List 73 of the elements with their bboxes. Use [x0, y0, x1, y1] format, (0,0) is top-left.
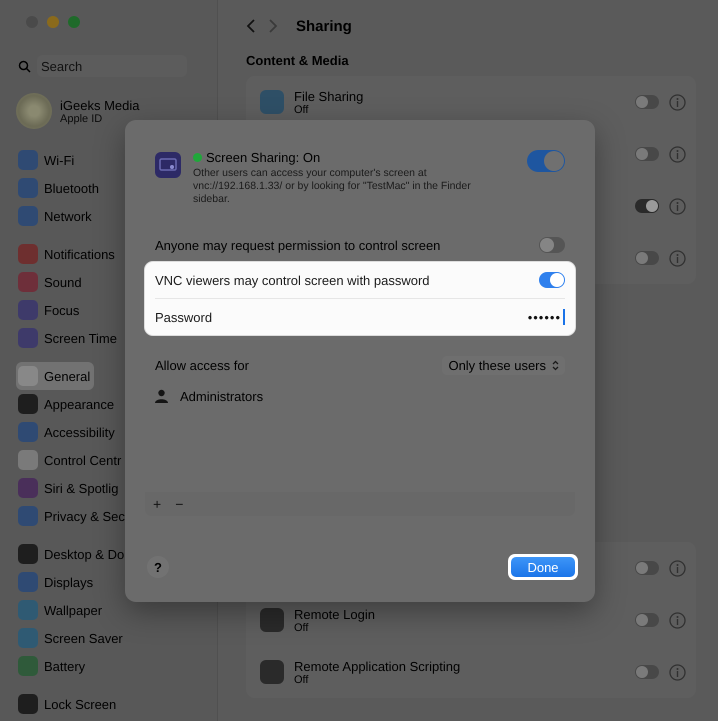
dialog-title: Screen Sharing: On [206, 150, 320, 165]
toggle-switch[interactable] [635, 665, 659, 679]
info-icon[interactable] [669, 198, 686, 214]
sidebar-item[interactable]: Accessibility [16, 418, 119, 446]
toggle-switch[interactable] [635, 251, 659, 265]
status-dot [193, 153, 202, 162]
sidebar-item[interactable]: Wallpaper [16, 596, 106, 624]
add-button[interactable]: + [151, 496, 164, 512]
sharing-icon [260, 660, 284, 684]
window-title: Sharing [296, 18, 352, 34]
sidebar-item[interactable]: Lock Screen [16, 690, 120, 718]
sidebar-item[interactable]: Desktop & Do [16, 540, 128, 568]
toggle-switch[interactable] [635, 199, 659, 213]
service-status: Off [294, 674, 310, 686]
info-icon[interactable] [669, 94, 686, 110]
search-field[interactable]: Search [37, 55, 187, 77]
service-name: File Sharing [294, 88, 364, 104]
profile-name: iGeeks Media [60, 98, 140, 112]
sidebar-item[interactable]: Screen Saver [16, 624, 127, 652]
avatar[interactable] [16, 93, 52, 129]
section-title: Content & Media [246, 53, 350, 68]
screen-sharing-icon [155, 152, 181, 178]
field-label: Password [155, 310, 212, 324]
info-icon[interactable] [669, 664, 686, 680]
chevron-icon [552, 360, 559, 370]
toggle-switch[interactable] [635, 95, 659, 109]
minimize-button[interactable] [47, 16, 59, 28]
sidebar-item[interactable]: Wi-Fi [16, 146, 78, 174]
toggle-switch[interactable] [635, 561, 659, 575]
info-icon[interactable] [669, 250, 686, 266]
info-icon[interactable] [669, 560, 686, 576]
access-popup[interactable]: Only these users [442, 356, 565, 374]
sharing-icon [260, 608, 284, 632]
help-button[interactable]: ? [147, 556, 169, 578]
sidebar-item[interactable]: Screen Time [16, 324, 121, 352]
option-label: Allow access for [155, 358, 249, 372]
sidebar-item[interactable]: Sound [16, 268, 86, 296]
sidebar-item[interactable]: Battery [16, 652, 90, 680]
description: Other users can access your computer's screen at vnc://192.168.1.33/ or by looking for "TestMac" in the Finder sidebar. [193, 167, 472, 206]
search-icon [18, 60, 31, 72]
sidebar-item[interactable]: Control Centr [16, 446, 126, 474]
sidebar-item[interactable]: Notifications [16, 240, 119, 268]
toggle-switch[interactable] [635, 613, 659, 627]
info-icon[interactable] [669, 146, 686, 162]
sidebar-item[interactable]: Focus [16, 296, 84, 324]
option-label: Anyone may request permission to control screen [155, 238, 440, 252]
toggle-switch[interactable] [539, 272, 565, 288]
service-name: Remote Login [294, 606, 376, 622]
profile-subtitle: Apple ID [60, 112, 104, 124]
user-name[interactable]: Administrators [180, 388, 264, 404]
person-icon [155, 389, 168, 403]
sidebar-item[interactable]: Network [16, 202, 96, 230]
option-label: VNC viewers may control screen with password [155, 272, 430, 288]
remove-button[interactable]: − [173, 496, 186, 512]
sharing-icon [260, 90, 284, 114]
service-status: Off [294, 104, 310, 116]
sidebar-item[interactable]: Displays [16, 568, 98, 596]
sidebar-item[interactable]: Appearance [16, 390, 118, 418]
zoom-button[interactable] [68, 16, 80, 28]
forward-icon[interactable] [268, 18, 278, 34]
password-field[interactable]: •••••• [439, 309, 565, 325]
back-icon[interactable] [246, 18, 256, 34]
service-name: Remote Application Scripting [294, 658, 462, 674]
toggle-switch[interactable] [539, 237, 565, 253]
sidebar-item[interactable]: Bluetooth [16, 174, 103, 202]
sidebar-item[interactable]: Privacy & Sec [16, 502, 129, 530]
toggle-switch[interactable] [635, 147, 659, 161]
sidebar-item[interactable]: General [16, 362, 94, 390]
done-button[interactable]: Done [511, 557, 575, 577]
info-icon[interactable] [669, 612, 686, 628]
service-status: Off [294, 622, 310, 634]
toggle-switch[interactable] [527, 150, 565, 172]
sidebar-item[interactable]: Siri & Spotlig [16, 474, 122, 502]
